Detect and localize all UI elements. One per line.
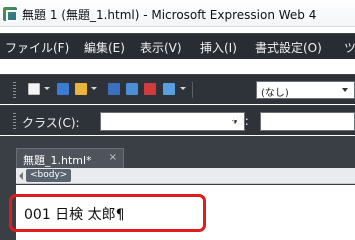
quick-tag-selector: <body> xyxy=(16,168,355,184)
menu-tools[interactable]: ツ xyxy=(344,39,355,56)
chevron-down-icon[interactable] xyxy=(180,87,186,90)
class-id-toolbar: クラス(C): ID: xyxy=(0,105,355,135)
toolbar-grip[interactable] xyxy=(13,113,16,129)
menu-insert[interactable]: 挿入(I) xyxy=(200,39,237,56)
style-select[interactable]: (なし) xyxy=(256,81,355,99)
toolbar-separator xyxy=(192,82,193,98)
highlight-annotation xyxy=(9,194,206,232)
tag-body-chip[interactable]: <body> xyxy=(26,169,72,182)
chevron-down-icon[interactable] xyxy=(44,87,50,90)
open-folder-icon[interactable] xyxy=(75,83,87,95)
expression-web-app-icon[interactable] xyxy=(3,7,18,22)
chevron-down-icon[interactable] xyxy=(91,87,97,90)
new-list-icon[interactable] xyxy=(57,83,69,95)
id-field[interactable] xyxy=(260,112,355,131)
class-select[interactable] xyxy=(100,112,245,131)
chevron-left-icon[interactable] xyxy=(19,172,23,180)
style-select-value: (なし) xyxy=(261,88,289,99)
menu-format[interactable]: 書式設定(O) xyxy=(255,39,322,56)
sharepoint-icon[interactable] xyxy=(144,83,156,95)
chevron-down-icon[interactable] xyxy=(342,88,348,92)
tab-document[interactable]: 無題_1.html* × xyxy=(16,148,124,168)
save-icon[interactable] xyxy=(108,83,120,95)
new-page-icon[interactable] xyxy=(28,83,40,95)
publish-icon[interactable] xyxy=(126,83,138,95)
id-label: ID: xyxy=(232,114,249,128)
menu-edit[interactable]: 編集(E) xyxy=(84,39,125,56)
menu-bar: ファイル(F) 編集(E) 表示(V) 挿入(I) 書式設定(O) ツ xyxy=(0,33,355,59)
close-icon[interactable]: × xyxy=(109,152,117,163)
class-label: クラス(C): xyxy=(22,116,80,130)
preview-icon[interactable] xyxy=(163,83,175,95)
tab-label: 無題_1.html* xyxy=(23,154,92,167)
window-title: 無題 1 (無題_1.html) - Microsoft Expression … xyxy=(22,8,317,22)
toolbar-grip[interactable] xyxy=(13,82,16,98)
menu-view[interactable]: 表示(V) xyxy=(140,39,182,56)
menu-file[interactable]: ファイル(F) xyxy=(5,39,69,56)
standard-toolbar: (なし) xyxy=(0,74,355,104)
window-titlebar: 無題 1 (無題_1.html) - Microsoft Expression … xyxy=(0,0,355,27)
